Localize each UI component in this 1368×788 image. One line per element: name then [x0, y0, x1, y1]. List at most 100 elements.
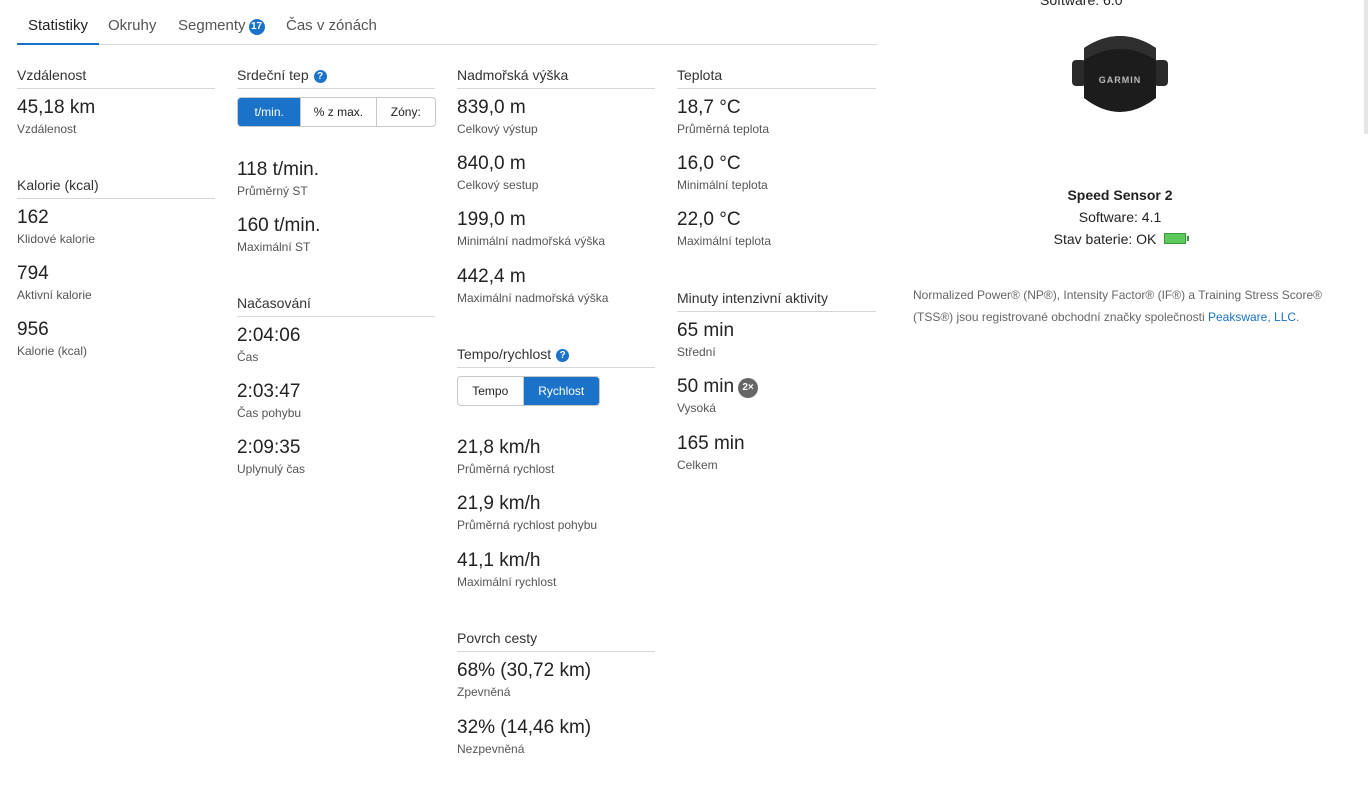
heart-rate-title-label: Srdeční tep — [237, 67, 309, 83]
surface-title: Povrch cesty — [457, 630, 655, 652]
stat-label: Celkový výstup — [457, 122, 538, 136]
stat-label: Kalorie (kcal) — [17, 344, 88, 358]
stat-item: 794 Aktivní kalorie — [17, 263, 92, 302]
stat-label: Maximální nadmořská výška — [457, 291, 609, 305]
stat-item: 21,9 km/h Průměrná rychlost pohybu — [457, 493, 597, 532]
stat-item: 2:03:47 Čas pohybu — [237, 381, 301, 420]
stat-label: Vysoká — [677, 401, 716, 415]
stat-item: 68% (30,72 km) Zpevněná — [457, 660, 591, 699]
stat-item: 118 t/min. Průměrný ST — [237, 159, 319, 198]
stat-value: 68% (30,72 km) — [457, 660, 592, 681]
stat-value-row: 50 min 2× — [677, 376, 759, 398]
stat-item: 2:09:35 Uplynulý čas — [237, 437, 305, 476]
stat-value: 2:09:35 — [237, 437, 301, 458]
scrollbar[interactable] — [1364, 0, 1368, 134]
intensity-title: Minuty intenzivní aktivity — [677, 290, 876, 312]
stat-label: Průměrná teplota — [677, 122, 770, 136]
garmin-logo: GARMIN — [1099, 75, 1142, 85]
heart-rate-title: Srdeční tep? — [237, 67, 435, 89]
stat-value: 162 — [17, 207, 49, 228]
stat-label: Čas — [237, 350, 259, 364]
stat-label: Maximální ST — [237, 240, 311, 254]
stat-label: Maximální rychlost — [457, 575, 557, 589]
stat-label: Maximální teplota — [677, 234, 772, 248]
distance-section: Vzdálenost 45,18 km Vzdálenost — [17, 67, 215, 136]
stat-value: 840,0 m — [457, 153, 526, 174]
help-icon[interactable]: ? — [313, 70, 327, 83]
speed-button[interactable]: Rychlost — [523, 377, 599, 405]
tab-segments-label: Segmenty — [178, 17, 246, 34]
distance-label: Vzdálenost — [17, 122, 77, 136]
stat-item: 840,0 m Celkový sestup — [457, 153, 538, 192]
tab-segments[interactable]: Segmenty 17 — [178, 8, 265, 44]
stat-item: 50 min 2× Vysoká — [677, 376, 759, 415]
stat-item: 839,0 m Celkový výstup — [457, 97, 538, 136]
sensor-battery: Stav baterie: OK — [990, 231, 1250, 247]
distance-title: Vzdálenost — [17, 67, 215, 89]
stat-item: 956 Kalorie (kcal) — [17, 319, 87, 358]
stat-item: 162 Klidové kalorie — [17, 207, 95, 246]
stat-value: 21,8 km/h — [457, 437, 541, 458]
stat-item: 165 min Celkem — [677, 433, 745, 472]
stat-label: Průměrná rychlost pohybu — [457, 518, 598, 532]
sensor-name: Speed Sensor 2 — [1067, 187, 1173, 203]
stat-label: Klidové kalorie — [17, 232, 96, 246]
stat-item: 41,1 km/h Maximální rychlost — [457, 550, 556, 589]
tab-statistics[interactable]: Statistiky — [17, 8, 100, 45]
stat-value: 65 min — [677, 320, 735, 341]
stat-item: 21,8 km/h Průměrná rychlost — [457, 437, 554, 476]
calories-title: Kalorie (kcal) — [17, 177, 215, 199]
stat-value: 2:04:06 — [237, 325, 301, 346]
stat-value: 118 t/min. — [237, 159, 320, 180]
stat-label: Minimální teplota — [677, 178, 768, 192]
pace-speed-title: Tempo/rychlost? — [457, 346, 655, 368]
pace-button[interactable]: Tempo — [458, 377, 524, 405]
temperature-section: Teplota 18,7 °C Průměrná teplota 16,0 °C… — [677, 67, 876, 248]
tab-laps[interactable]: Okruhy — [108, 8, 156, 44]
stat-value: 21,9 km/h — [457, 493, 541, 514]
surface-section: Povrch cesty 68% (30,72 km) Zpevněná 32%… — [457, 630, 655, 756]
pace-speed-section: Tempo/rychlost? — [457, 346, 655, 368]
stat-value: 956 — [17, 319, 49, 340]
stat-value: 16,0 °C — [677, 153, 741, 174]
stat-value: 165 min — [677, 433, 745, 454]
timing-title: Načasování — [237, 295, 435, 317]
stat-value: 22,0 °C — [677, 209, 741, 230]
stat-label: Zpevněná — [457, 685, 511, 699]
battery-status-text: Stav baterie: OK — [1053, 231, 1157, 247]
stat-label: Střední — [677, 345, 716, 359]
stat-item: 16,0 °C Minimální teplota — [677, 153, 768, 192]
tab-time-in-zones[interactable]: Čas v zónách — [286, 8, 377, 44]
peaksware-link[interactable]: Peaksware, LLC — [1208, 310, 1296, 324]
stat-value: 41,1 km/h — [457, 550, 541, 571]
stat-item: 442,4 m Maximální nadmořská výška — [457, 266, 608, 305]
temperature-title: Teplota — [677, 67, 876, 89]
stat-label: Celkový sestup — [457, 178, 539, 192]
hr-unit-percent-button[interactable]: % z max. — [301, 98, 377, 126]
stat-item: 18,7 °C Průměrná teplota — [677, 97, 769, 136]
stat-item: 2:04:06 Čas — [237, 325, 300, 364]
intensity-section: Minuty intenzivní aktivity 65 min Středn… — [677, 290, 876, 472]
stat-item: 22,0 °C Maximální teplota — [677, 209, 771, 248]
stat-value: 2:03:47 — [237, 381, 301, 402]
stat-item: 32% (14,46 km) Nezpevněná — [457, 717, 591, 756]
stat-label: Průměrný ST — [237, 184, 308, 198]
stat-value: 32% (14,46 km) — [457, 717, 592, 738]
pace-speed-toggle: Tempo Rychlost — [457, 376, 600, 406]
elevation-title: Nadmořská výška — [457, 67, 655, 89]
sensor-software: Software: 4.1 — [1078, 209, 1162, 225]
hr-unit-zones-button[interactable]: Zóny: — [377, 98, 435, 126]
help-icon[interactable]: ? — [556, 349, 570, 362]
battery-icon — [1164, 233, 1190, 244]
stat-label: Aktivní kalorie — [17, 288, 92, 302]
hr-unit-bpm-button[interactable]: t/min. — [238, 98, 302, 126]
stat-label: Uplynulý čas — [237, 462, 306, 476]
heart-rate-section: Srdeční tep? — [237, 67, 435, 89]
trademark-end: . — [1296, 310, 1300, 324]
timing-section: Načasování 2:04:06 Čas 2:03:47 Čas pohyb… — [237, 295, 435, 476]
stat-value: 794 — [17, 263, 49, 284]
stat-item: 199,0 m Minimální nadmořská výška — [457, 209, 605, 248]
distance-value: 45,18 km — [17, 97, 96, 118]
pace-speed-title-label: Tempo/rychlost — [457, 346, 552, 362]
elevation-section: Nadmořská výška 839,0 m Celkový výstup 8… — [457, 67, 655, 305]
